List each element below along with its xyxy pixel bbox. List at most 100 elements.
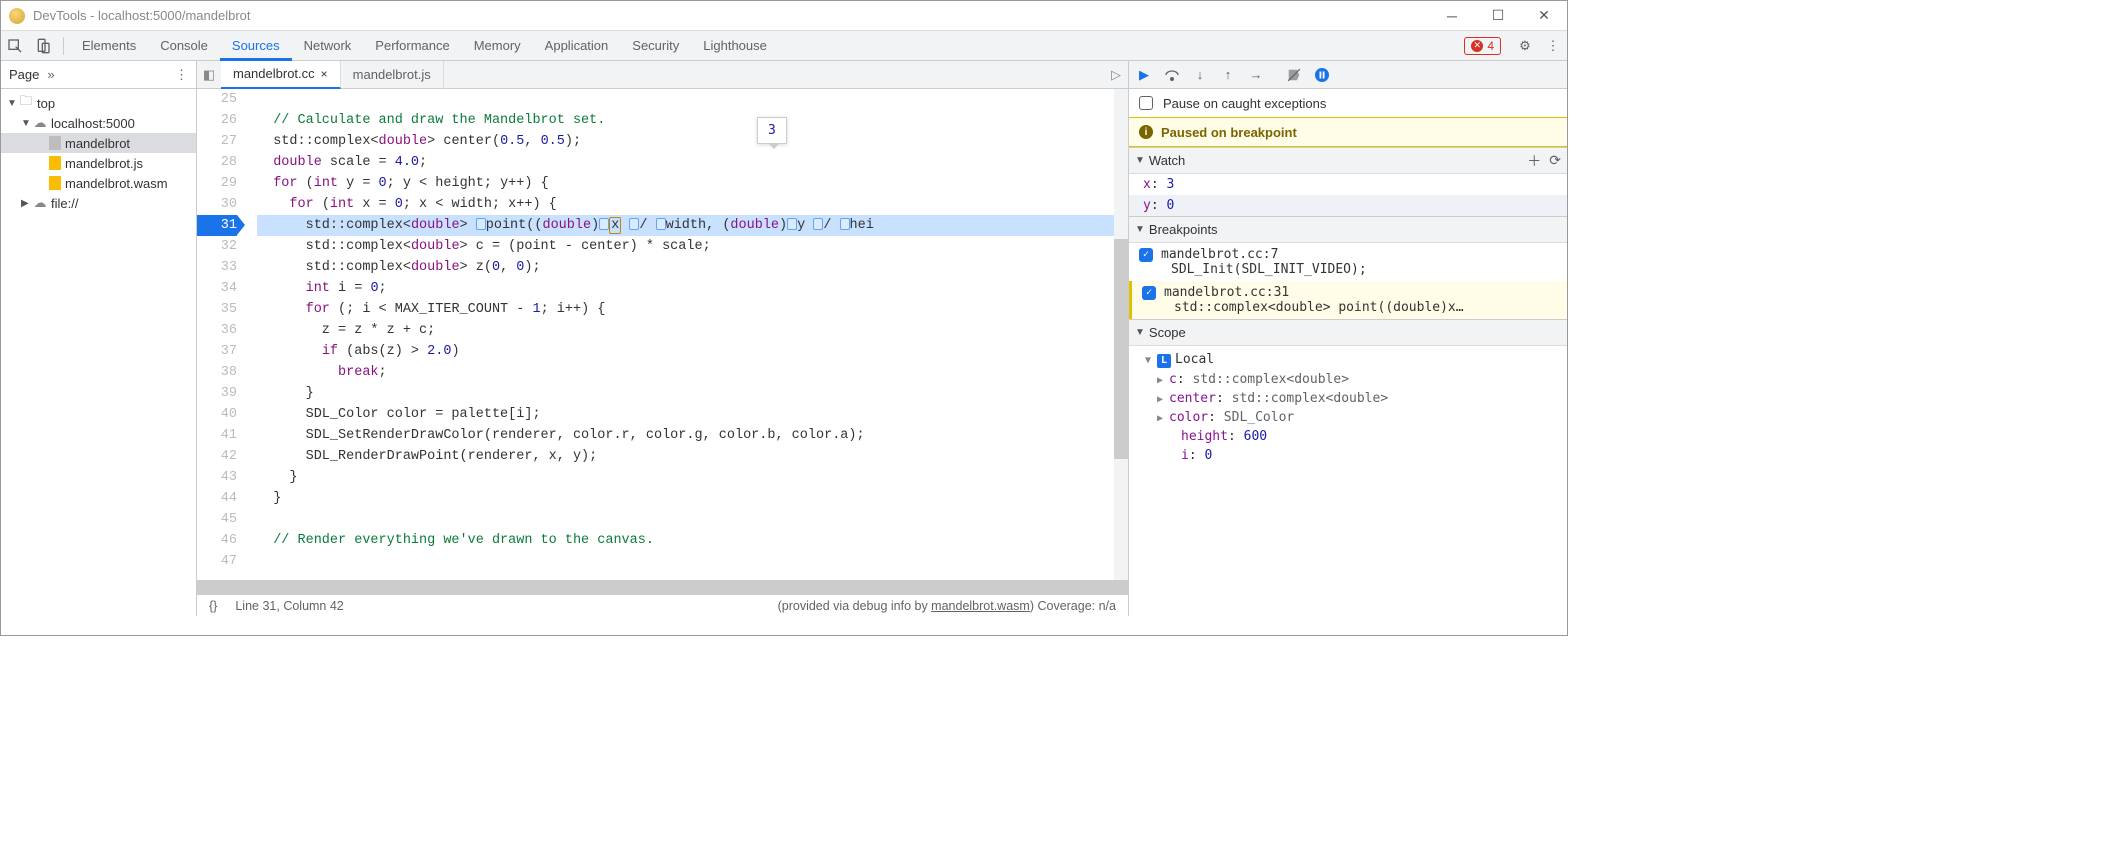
step-icon[interactable]: → [1247,66,1265,84]
code-line[interactable]: } [257,383,1128,404]
code-line[interactable]: break; [257,362,1128,383]
watch-add-icon[interactable]: ＋ [1527,151,1541,171]
step-out-icon[interactable]: ↑ [1219,66,1237,84]
watch-row[interactable]: y: 0 [1129,195,1567,216]
device-toggle-icon[interactable] [29,32,57,60]
panel-tab-lighthouse[interactable]: Lighthouse [691,31,779,61]
editor-vscrollbar[interactable] [1114,89,1128,580]
scope-variable[interactable]: height: 600 [1137,427,1559,446]
gutter-line[interactable]: 25 [197,89,237,110]
code-line[interactable]: } [257,488,1128,509]
nav-toggle-right-icon[interactable]: ▷ [1104,67,1128,83]
step-over-icon[interactable] [1163,66,1181,84]
breakpoint-row[interactable]: ✓mandelbrot.cc:7SDL_Init(SDL_INIT_VIDEO)… [1129,243,1567,281]
breakpoint-checkbox[interactable]: ✓ [1142,286,1156,300]
code-line[interactable]: // Calculate and draw the Mandelbrot set… [257,110,1128,131]
gutter-line[interactable]: 38 [197,362,237,383]
gutter-line[interactable]: 43 [197,467,237,488]
code-line[interactable]: if (abs(z) > 2.0) [257,341,1128,362]
more-menu-icon[interactable]: ⋮ [1539,32,1567,60]
code-line[interactable]: std::complex<double> z(0, 0); [257,257,1128,278]
gutter-line[interactable]: 41 [197,425,237,446]
tree-top[interactable]: ▼🗀top [1,93,196,113]
breakpoints-header[interactable]: ▼Breakpoints [1129,217,1567,243]
code-line[interactable]: double scale = 4.0; [257,152,1128,173]
gutter-line[interactable]: 46 [197,530,237,551]
tree-file-scheme[interactable]: ▶☁file:// [1,193,196,213]
close-button[interactable]: ✕ [1521,1,1567,31]
deactivate-breakpoints-icon[interactable] [1285,66,1303,84]
gutter-line[interactable]: 42 [197,446,237,467]
pause-on-caught-checkbox[interactable] [1139,96,1153,110]
nav-toggle-left-icon[interactable]: ◧ [197,67,221,83]
gutter-line[interactable]: 37 [197,341,237,362]
code-line[interactable] [257,551,1128,572]
tree-file[interactable]: mandelbrot [1,133,196,153]
panel-tab-performance[interactable]: Performance [363,31,461,61]
code-line[interactable]: SDL_SetRenderDrawColor(renderer, color.r… [257,425,1128,446]
resume-icon[interactable]: ▶ [1135,66,1153,84]
scope-local[interactable]: ▼LLocal [1137,350,1559,370]
watch-refresh-icon[interactable]: ⟳ [1549,152,1561,169]
minimize-button[interactable]: ─ [1429,1,1475,31]
code-line[interactable]: SDL_Color color = palette[i]; [257,404,1128,425]
editor-hscrollbar[interactable] [197,580,1128,594]
gutter-line[interactable]: 45 [197,509,237,530]
gutter-line[interactable]: 40 [197,404,237,425]
step-into-icon[interactable]: ↓ [1191,66,1209,84]
scope-variable[interactable]: ▶center: std::complex<double> [1137,389,1559,408]
code-line[interactable]: std::complex<double> center(0.5, 0.5); [257,131,1128,152]
panel-tab-security[interactable]: Security [620,31,691,61]
breakpoint-row[interactable]: ✓mandelbrot.cc:31std::complex<double> po… [1129,281,1567,319]
gutter-line[interactable]: 28 [197,152,237,173]
gutter-line[interactable]: 39 [197,383,237,404]
gutter-line[interactable]: 30 [197,194,237,215]
error-count-badge[interactable]: ✕4 [1464,37,1501,55]
scope-variable[interactable]: i: 0 [1137,446,1559,465]
pause-on-caught-row[interactable]: Pause on caught exceptions [1129,89,1567,117]
gutter-line[interactable]: 27 [197,131,237,152]
close-tab-icon[interactable]: × [321,60,328,88]
tree-file[interactable]: mandelbrot.js [1,153,196,173]
gutter-line[interactable]: 26 [197,110,237,131]
code-line[interactable]: SDL_RenderDrawPoint(renderer, x, y); [257,446,1128,467]
file-tab[interactable]: mandelbrot.js [341,61,444,89]
gutter-line[interactable]: 47 [197,551,237,572]
code-line[interactable] [257,89,1128,110]
panel-tab-console[interactable]: Console [148,31,220,61]
navigator-tab-dropdown-icon[interactable]: » [47,67,54,82]
pause-exceptions-icon[interactable] [1313,66,1331,84]
panel-tab-elements[interactable]: Elements [70,31,148,61]
gutter-line[interactable]: 34 [197,278,237,299]
gutter-line[interactable]: 32 [197,236,237,257]
debug-info-link[interactable]: mandelbrot.wasm [931,599,1030,613]
gutter-line[interactable]: 44 [197,488,237,509]
navigator-tab-page[interactable]: Page [9,67,39,82]
tree-file[interactable]: mandelbrot.wasm [1,173,196,193]
breakpoint-checkbox[interactable]: ✓ [1139,248,1153,262]
code-editor[interactable]: 2526272829303132333435363738394041424344… [197,89,1128,580]
gutter-line[interactable]: 36 [197,320,237,341]
gutter-line[interactable]: 31 [197,215,237,236]
maximize-button[interactable]: ☐ [1475,1,1521,31]
code-line[interactable]: std::complex<double> c = (point - center… [257,236,1128,257]
panel-tab-sources[interactable]: Sources [220,31,292,61]
settings-gear-icon[interactable]: ⚙ [1511,32,1539,60]
navigator-more-icon[interactable]: ⋮ [175,67,188,83]
panel-tab-application[interactable]: Application [533,31,621,61]
scope-variable[interactable]: ▶c: std::complex<double> [1137,370,1559,389]
code-line[interactable]: int i = 0; [257,278,1128,299]
watch-row[interactable]: x: 3 [1129,174,1567,195]
watch-header[interactable]: ▼Watch ＋ ⟳ [1129,148,1567,174]
scope-header[interactable]: ▼Scope [1129,320,1567,346]
inspect-icon[interactable] [1,32,29,60]
file-tab[interactable]: mandelbrot.cc× [221,61,341,89]
code-line[interactable]: std::complex<double> point((double)x / w… [257,215,1128,236]
gutter-line[interactable]: 35 [197,299,237,320]
gutter-line[interactable]: 33 [197,257,237,278]
code-line[interactable]: // Render everything we've drawn to the … [257,530,1128,551]
pretty-print-icon[interactable]: {} [209,599,217,613]
panel-tab-network[interactable]: Network [292,31,364,61]
code-line[interactable]: z = z * z + c; [257,320,1128,341]
code-line[interactable]: for (int y = 0; y < height; y++) { [257,173,1128,194]
